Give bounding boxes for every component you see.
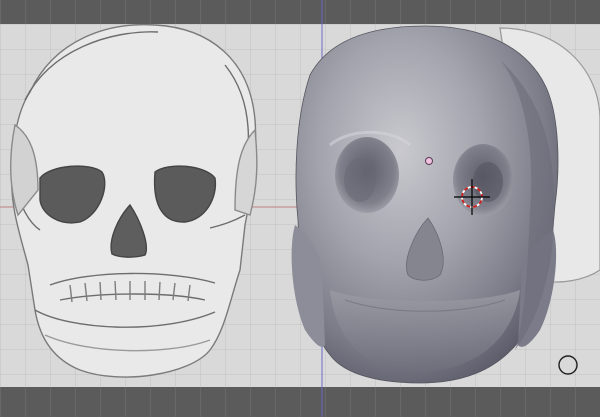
- viewport-scene[interactable]: [0, 0, 600, 417]
- sculpted-skull-mesh[interactable]: [291, 25, 559, 384]
- origin-dot-icon: [425, 157, 433, 165]
- brush-circle-icon[interactable]: [558, 355, 578, 375]
- 3d-viewport[interactable]: [0, 0, 600, 417]
- reference-sketch-skull: [10, 23, 258, 378]
